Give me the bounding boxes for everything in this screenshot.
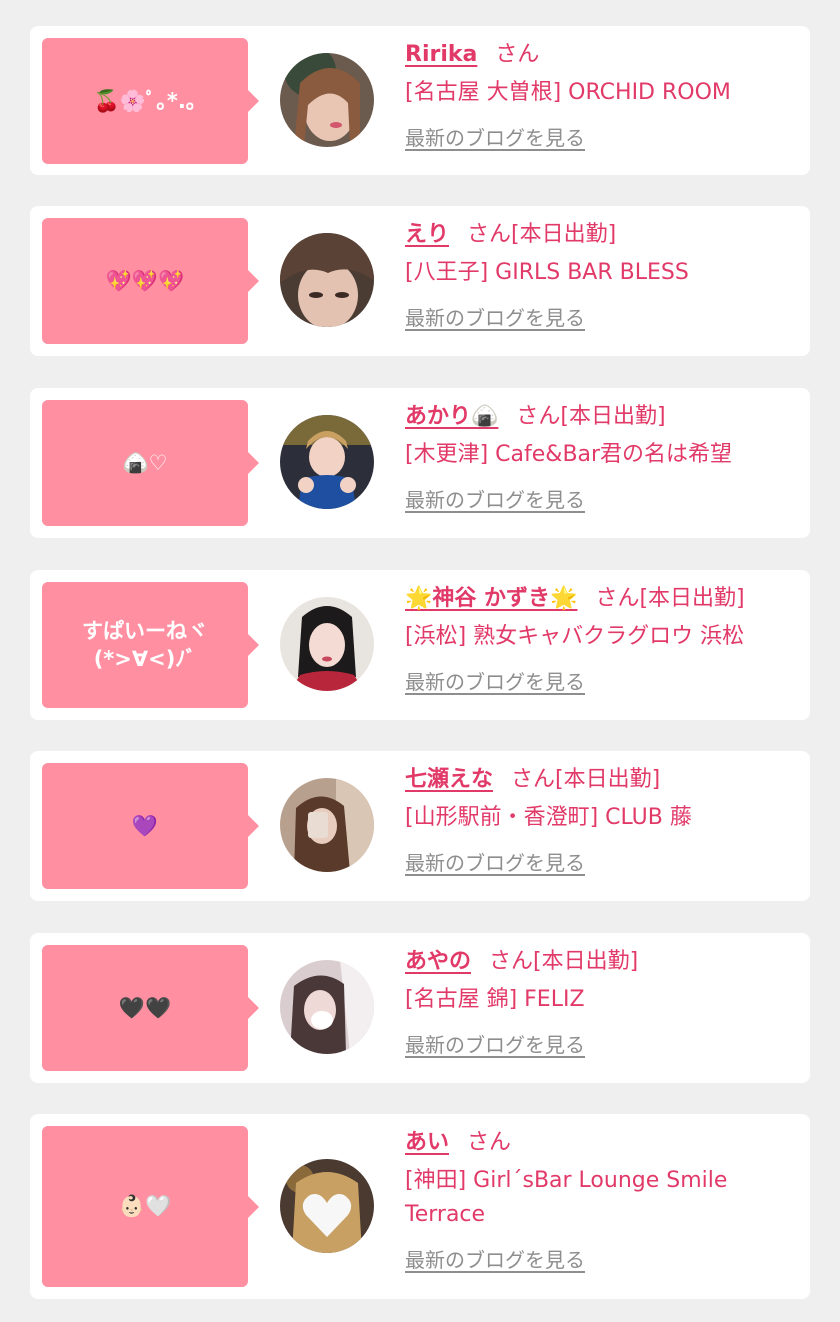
- honorific: さん: [516, 404, 561, 429]
- name-line: えり さん[本日出勤]: [405, 218, 790, 252]
- honorific: さん: [489, 949, 534, 974]
- name-line: あかり🍙 さん[本日出勤]: [405, 400, 790, 434]
- shop-name: [山形駅前・香澄町] CLUB 藤: [405, 805, 692, 830]
- cast-card[interactable]: 🖤🖤 あやの さん[本日出勤] [名古屋 錦] FELIZ 最新のブログを見る: [30, 933, 810, 1083]
- avatar[interactable]: [280, 53, 374, 147]
- attendance-status: [本日出勤]: [511, 222, 617, 247]
- honorific: さん: [511, 767, 556, 792]
- latest-blog-link[interactable]: 最新のブログを見る: [405, 847, 585, 876]
- honorific: さん: [467, 222, 512, 247]
- cast-card[interactable]: 💖💖💖 えり さん[本日出勤] [八王子] GIRLS BAR BLESS 最新の…: [30, 206, 810, 356]
- attendance-status: [本日出勤]: [533, 949, 639, 974]
- attendance-status: [本日出勤]: [639, 586, 745, 611]
- cast-card[interactable]: 🍙♡ あかり🍙 さん[本日出勤] [木更津] Cafe&Bar君の名は希望 最新の…: [30, 388, 810, 538]
- latest-blog-link[interactable]: 最新のブログを見る: [405, 666, 585, 695]
- cast-name-link[interactable]: 七瀬えな: [405, 767, 493, 792]
- avatar[interactable]: [280, 960, 374, 1054]
- avatar[interactable]: [280, 415, 374, 509]
- message-bubble: 🍒🌸ﾟ｡*.｡: [42, 38, 259, 164]
- name-line: あい さん: [405, 1126, 790, 1160]
- latest-blog-link[interactable]: 最新のブログを見る: [405, 122, 585, 151]
- latest-blog-link[interactable]: 最新のブログを見る: [405, 484, 585, 513]
- avatar[interactable]: [280, 778, 374, 872]
- message-text: 🍙♡: [122, 450, 168, 475]
- name-line: Ririka さん: [405, 38, 790, 72]
- cast-card[interactable]: すぱいーねヾ (*>∀<)ﾉﾞ 🌟神谷 かずき🌟 さん[本日出勤] [浜松] 熟女…: [30, 570, 810, 720]
- message-bubble: 👶🏻🤍: [42, 1126, 259, 1287]
- name-line: 七瀬えな さん[本日出勤]: [405, 763, 790, 797]
- cast-name-link[interactable]: あい: [405, 1130, 449, 1155]
- message-bubble: 💖💖💖: [42, 218, 259, 344]
- cast-card[interactable]: 💜 七瀬えな さん[本日出勤] [山形駅前・香澄町] CLUB 藤 最新のブログを…: [30, 751, 810, 901]
- cast-list: 🍒🌸ﾟ｡*.｡ Ririka さん [名古屋 大曽根] ORCHID ROOM 最…: [0, 0, 840, 1322]
- message-bubble: 💜: [42, 763, 259, 889]
- message-text: すぱいーねヾ (*>∀<)ﾉﾞ: [82, 618, 208, 671]
- avatar[interactable]: [280, 1159, 374, 1253]
- message-text: 🍒🌸ﾟ｡*.｡: [93, 88, 197, 113]
- name-line: 🌟神谷 かずき🌟 さん[本日出勤]: [405, 582, 790, 616]
- cast-name-link[interactable]: あかり🍙: [405, 404, 498, 429]
- shop-name: [神田] Girl´sBar Lounge Smile Terrace: [405, 1168, 728, 1227]
- avatar[interactable]: [280, 233, 374, 327]
- cast-card[interactable]: 🍒🌸ﾟ｡*.｡ Ririka さん [名古屋 大曽根] ORCHID ROOM 最…: [30, 26, 810, 175]
- cast-name-link[interactable]: 🌟神谷 かずき🌟: [405, 586, 577, 611]
- shop-name: [木更津] Cafe&Bar君の名は希望: [405, 442, 733, 467]
- cast-name-link[interactable]: あやの: [405, 949, 471, 974]
- shop-name: [浜松] 熟女キャバクラグロウ 浜松: [405, 624, 745, 649]
- latest-blog-link[interactable]: 最新のブログを見る: [405, 1244, 585, 1273]
- honorific: さん: [495, 42, 540, 67]
- message-text: 🖤🖤: [118, 995, 172, 1020]
- attendance-status: [本日出勤]: [560, 404, 666, 429]
- avatar[interactable]: [280, 597, 374, 691]
- name-line: あやの さん[本日出勤]: [405, 945, 790, 979]
- message-text: 💖💖💖: [105, 268, 185, 293]
- message-text: 💜: [131, 813, 159, 838]
- latest-blog-link[interactable]: 最新のブログを見る: [405, 302, 585, 331]
- message-bubble: 🍙♡: [42, 400, 259, 526]
- honorific: さん: [595, 586, 640, 611]
- shop-name: [名古屋 大曽根] ORCHID ROOM: [405, 80, 731, 105]
- message-text: 👶🏻🤍: [118, 1194, 172, 1219]
- cast-card[interactable]: 👶🏻🤍 あい さん [神田] Girl´sBar Lounge Smile Ter…: [30, 1114, 810, 1299]
- message-bubble: 🖤🖤: [42, 945, 259, 1071]
- cast-name-link[interactable]: Ririka: [405, 42, 477, 67]
- message-bubble: すぱいーねヾ (*>∀<)ﾉﾞ: [42, 582, 259, 708]
- honorific: さん: [467, 1130, 512, 1155]
- attendance-status: [本日出勤]: [555, 767, 661, 792]
- shop-name: [名古屋 錦] FELIZ: [405, 987, 585, 1012]
- shop-name: [八王子] GIRLS BAR BLESS: [405, 260, 689, 285]
- cast-name-link[interactable]: えり: [405, 222, 449, 247]
- latest-blog-link[interactable]: 最新のブログを見る: [405, 1029, 585, 1058]
